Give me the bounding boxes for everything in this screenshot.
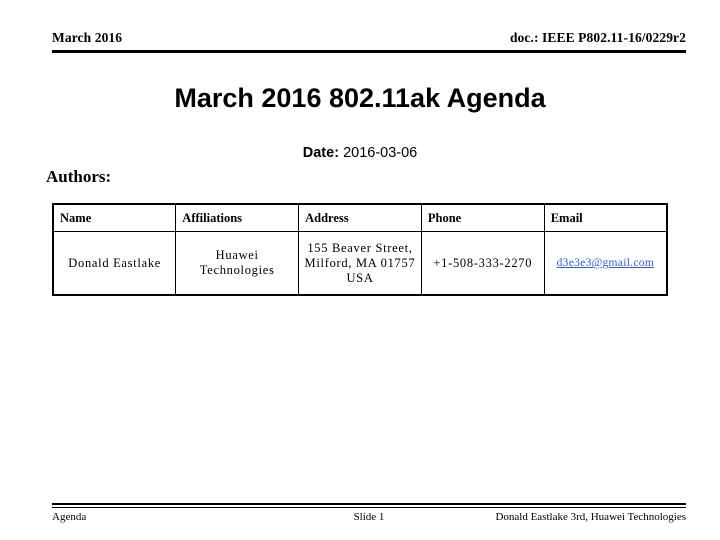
document-footer: Agenda Slide 1 Donald Eastlake 3rd, Huaw… [52, 510, 686, 526]
author-email-link[interactable]: d3e3e3@gmail.com [557, 257, 654, 269]
header-divider-rule [52, 50, 686, 53]
page-title: March 2016 802.11ak Agenda [174, 83, 546, 113]
authors-table-container: Name Affiliations Address Phone Email Do… [52, 203, 668, 296]
column-header-phone: Phone [420, 203, 545, 232]
table-row: Donald Eastlake Huawei Technologies 155 … [52, 231, 668, 296]
footer-author-affiliation: Donald Eastlake 3rd, Huawei Technologies [495, 511, 686, 523]
column-header-name: Name [52, 203, 177, 232]
cell-author-address: 155 Beaver Street, Milford, MA 01757 USA [298, 231, 422, 296]
cell-author-phone: +1-508-333-2270 [420, 231, 545, 296]
footer-divider-rule-thin [52, 507, 686, 508]
column-header-address: Address [298, 203, 422, 232]
header-date-label: March 2016 [52, 30, 123, 45]
cell-author-affiliation: Huawei Technologies [175, 231, 300, 296]
authors-section-label: Authors: [46, 167, 112, 186]
authors-table-head: Name Affiliations Address Phone Email [52, 203, 668, 232]
date-label: Date: [302, 145, 340, 161]
cell-author-email: d3e3e3@gmail.com [543, 231, 668, 296]
table-header-row: Name Affiliations Address Phone Email [52, 203, 668, 232]
footer-divider-rule-thick [52, 503, 686, 505]
header-doc-number: doc.: IEEE P802.11-16/0229r2 [509, 30, 686, 45]
date-value: 2016-03-06 [343, 145, 418, 161]
date-line: Date: 2016-03-06 [0, 144, 720, 162]
column-header-email: Email [543, 203, 668, 232]
document-header: March 2016 doc.: IEEE P802.11-16/0229r2 [52, 30, 686, 46]
column-header-affiliations: Affiliations [175, 203, 300, 232]
cell-author-name: Donald Eastlake [52, 231, 177, 296]
authors-table: Name Affiliations Address Phone Email Do… [52, 203, 668, 296]
authors-table-body: Donald Eastlake Huawei Technologies 155 … [52, 231, 668, 296]
